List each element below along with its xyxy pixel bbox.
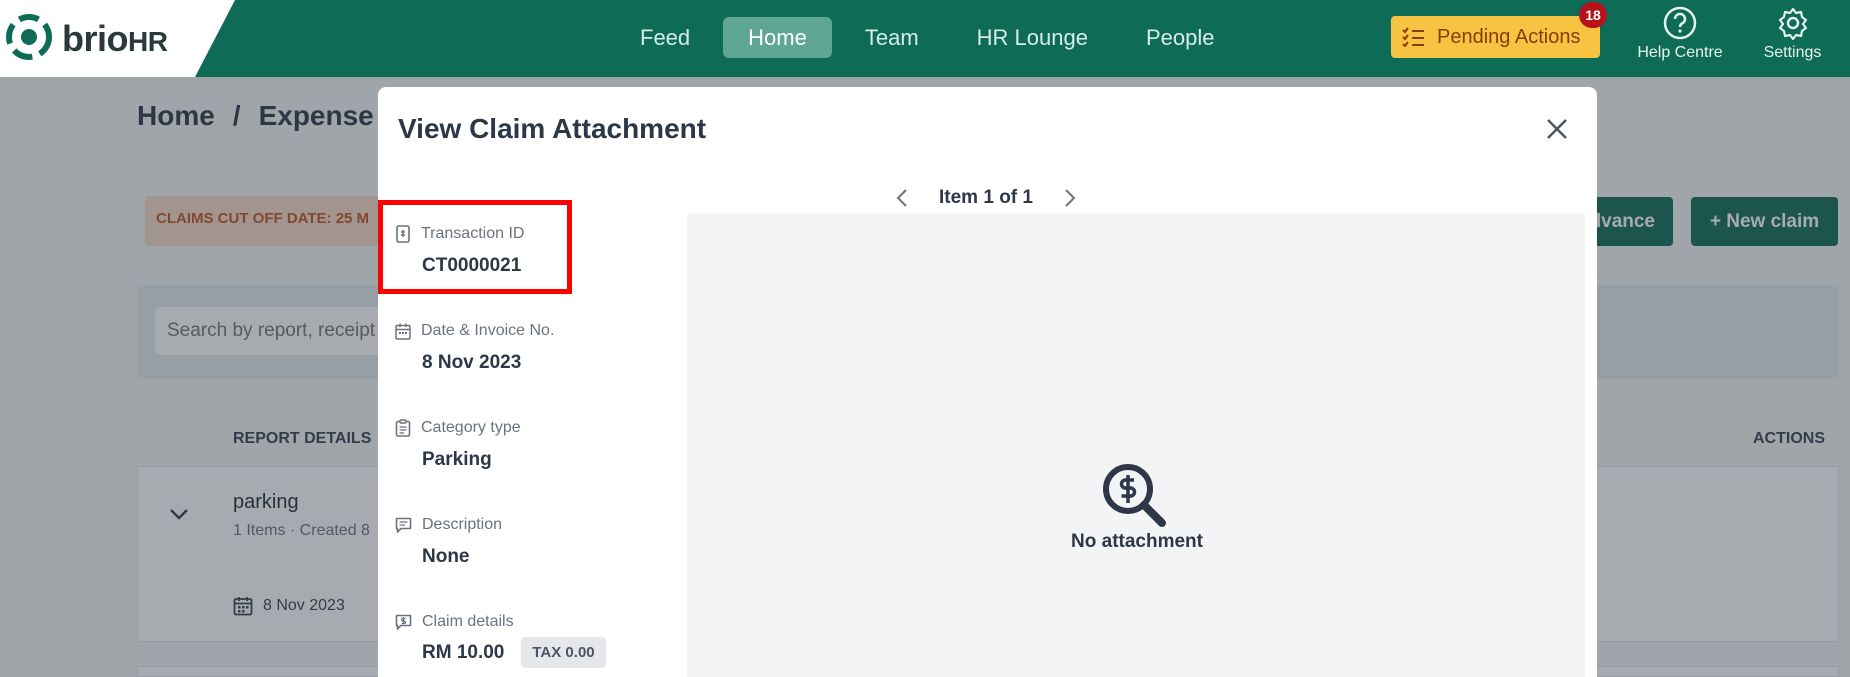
comment-icon	[395, 517, 412, 533]
category-type-label: Category type	[421, 419, 521, 436]
settings-button[interactable]: Settings	[1750, 6, 1835, 62]
view-claim-attachment-modal: View Claim Attachment Item 1 of 1 Transa…	[378, 87, 1597, 677]
date-invoice-field: Date & Invoice No. 8 Nov 2023	[395, 322, 655, 374]
chevron-left-icon	[896, 189, 907, 207]
pending-actions-label: Pending Actions	[1437, 25, 1581, 48]
brand-suffix: HR	[128, 26, 168, 57]
pager-label: Item 1 of 1	[939, 187, 1033, 208]
claim-details-field: Claim details RM 10.00 TAX 0.00	[395, 613, 655, 668]
nav-item-team[interactable]: Team	[840, 17, 944, 58]
help-centre-button[interactable]: Help Centre	[1630, 6, 1730, 62]
main-nav: Feed Home Team HR Lounge People	[615, 17, 1247, 58]
transaction-id-highlight	[378, 200, 572, 294]
pending-actions-button[interactable]: Pending Actions	[1391, 16, 1600, 58]
brand-name: brio	[62, 18, 129, 59]
description-label: Description	[422, 516, 503, 533]
calendar-icon	[395, 323, 411, 340]
claim-amount: RM 10.00	[422, 641, 505, 663]
help-icon	[1663, 6, 1697, 40]
category-type-field: Category type Parking	[395, 419, 655, 471]
category-type-value: Parking	[422, 449, 492, 470]
date-invoice-label: Date & Invoice No.	[421, 322, 555, 339]
item-pager: Item 1 of 1	[891, 183, 1081, 213]
description-field: Description None	[395, 516, 655, 568]
help-centre-label: Help Centre	[1637, 44, 1723, 61]
clipboard-icon	[395, 419, 411, 437]
no-attachment-text: No attachment	[1071, 531, 1203, 552]
brio-logo-icon	[6, 14, 52, 60]
money-comment-icon	[395, 614, 412, 630]
description-value: None	[422, 546, 470, 567]
brand-logo[interactable]: brioHR	[0, 0, 235, 77]
pending-count-badge: 18	[1579, 2, 1607, 28]
nav-item-home[interactable]: Home	[723, 17, 832, 58]
chevron-right-icon	[1065, 189, 1076, 207]
nav-item-feed[interactable]: Feed	[615, 17, 715, 58]
claim-details-row: RM 10.00 TAX 0.00	[422, 637, 655, 668]
brand-wordmark: brioHR	[62, 18, 168, 60]
next-item-button[interactable]	[1059, 187, 1081, 209]
attachment-preview: No attachment	[687, 213, 1585, 677]
claim-details-label: Claim details	[422, 613, 514, 630]
previous-item-button[interactable]	[891, 187, 913, 209]
settings-label: Settings	[1763, 44, 1822, 61]
close-icon[interactable]	[1543, 115, 1571, 143]
tax-badge: TAX 0.00	[521, 637, 606, 668]
date-invoice-value: 8 Nov 2023	[422, 352, 522, 373]
nav-item-people[interactable]: People	[1121, 17, 1240, 58]
nav-item-hr-lounge[interactable]: HR Lounge	[952, 17, 1113, 58]
checklist-icon	[1402, 27, 1424, 47]
search-dollar-icon	[1103, 464, 1166, 527]
modal-title: View Claim Attachment	[398, 113, 707, 144]
gear-icon	[1778, 7, 1807, 40]
top-navbar: brioHR Feed Home Team HR Lounge People P…	[0, 0, 1850, 77]
